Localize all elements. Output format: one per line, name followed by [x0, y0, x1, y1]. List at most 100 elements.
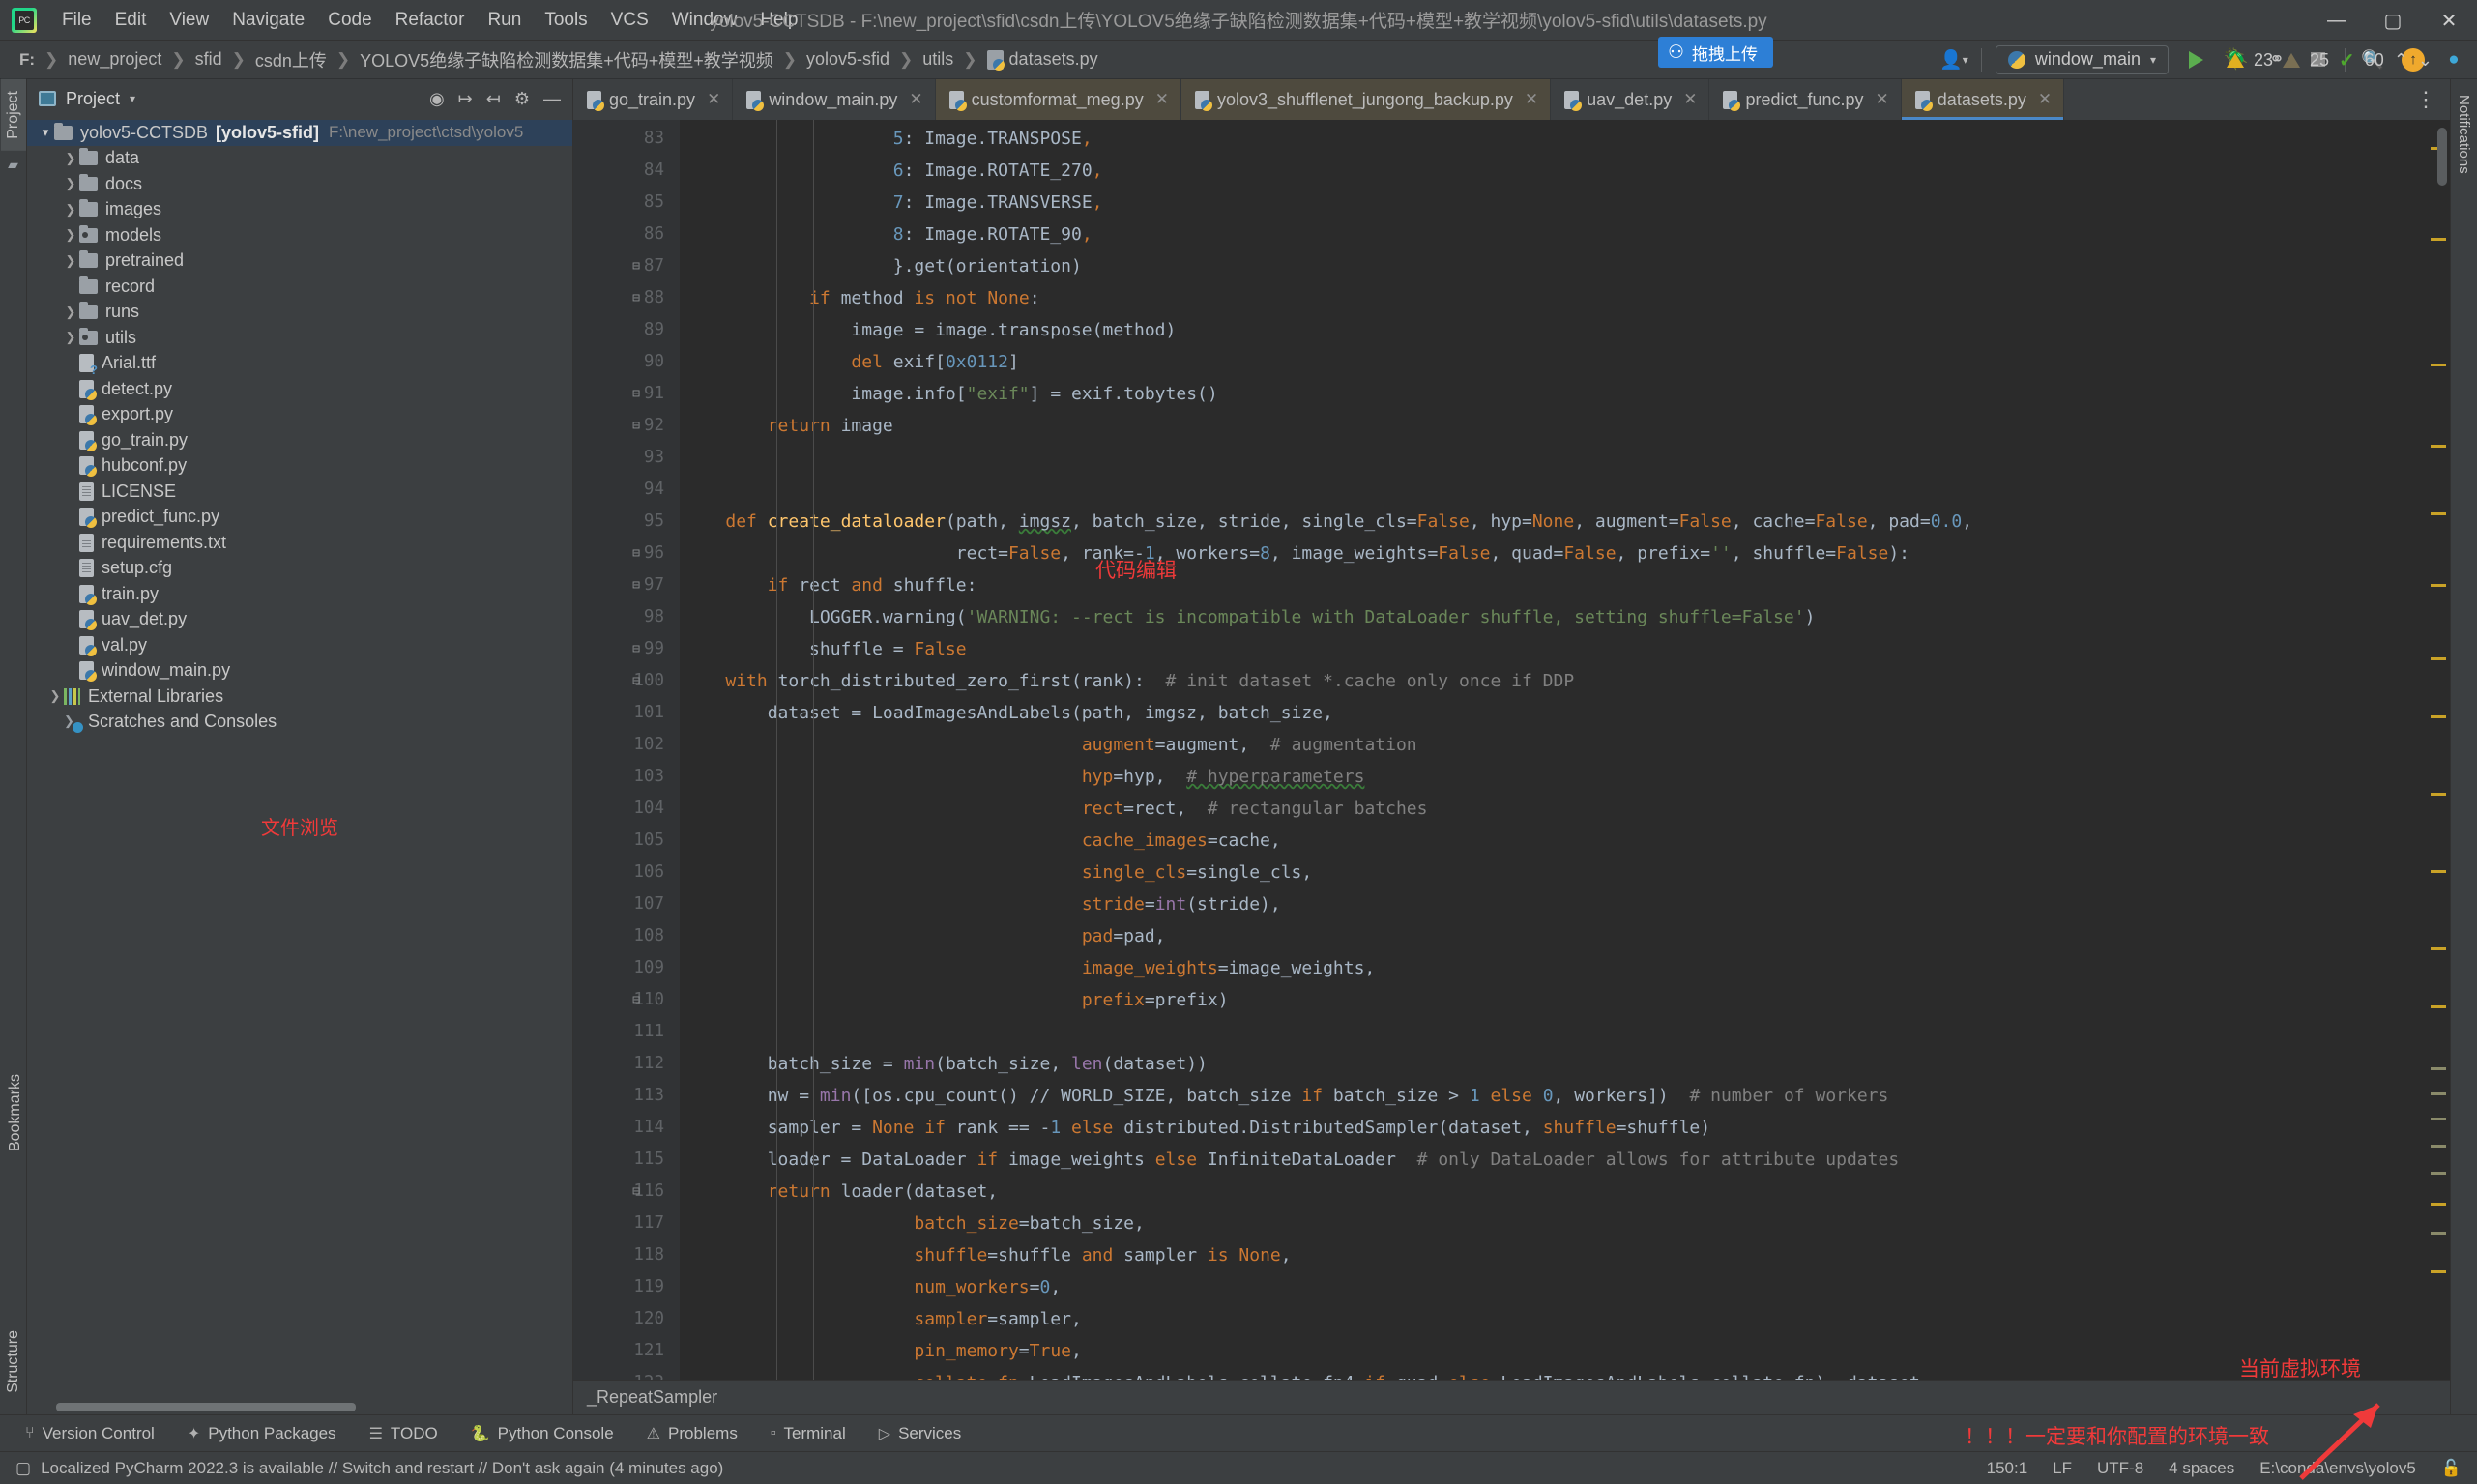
- tab-customformat_meg-py[interactable]: customformat_meg.py ✕: [936, 79, 1181, 120]
- fold-marker[interactable]: [626, 155, 647, 187]
- marker[interactable]: [2431, 1092, 2446, 1095]
- fold-marker[interactable]: [626, 123, 647, 155]
- marker[interactable]: [2431, 1118, 2446, 1120]
- chevron-right-icon[interactable]: ❯: [46, 688, 64, 704]
- tree-row-uav-det-py[interactable]: uav_det.py: [27, 607, 572, 633]
- minimize-button[interactable]: —: [2309, 0, 2365, 41]
- prev-problem-icon[interactable]: ⌃: [2394, 50, 2408, 71]
- fold-marker[interactable]: [626, 857, 647, 888]
- code-structure-breadcrumb[interactable]: _RepeatSampler: [573, 1380, 2450, 1414]
- marker[interactable]: [2431, 870, 2446, 873]
- fold-marker[interactable]: ⊟: [626, 250, 647, 282]
- tree-row-images[interactable]: ❯ images: [27, 197, 572, 223]
- close-icon[interactable]: ✕: [707, 90, 720, 109]
- maximize-button[interactable]: ▢: [2365, 0, 2421, 41]
- close-icon[interactable]: ✕: [1525, 90, 1538, 109]
- indent-setting[interactable]: 4 spaces: [2169, 1459, 2234, 1478]
- tree-row-pretrained[interactable]: ❯ pretrained: [27, 248, 572, 275]
- status-message[interactable]: Localized PyCharm 2022.3 is available //…: [41, 1459, 723, 1478]
- tree-row-requirements-txt[interactable]: requirements.txt: [27, 530, 572, 556]
- tool-tab-terminal[interactable]: ▫ Terminal: [771, 1424, 846, 1443]
- marker[interactable]: [2431, 1005, 2446, 1008]
- tree-row-record[interactable]: record: [27, 274, 572, 300]
- fold-marker[interactable]: [626, 1208, 647, 1239]
- tree-row-setup-cfg[interactable]: setup.cfg: [27, 556, 572, 582]
- fold-marker[interactable]: [626, 314, 647, 346]
- fold-marker[interactable]: ⊟: [626, 410, 647, 442]
- ide-feature-icon[interactable]: ●: [2440, 46, 2467, 73]
- file-encoding[interactable]: UTF-8: [2097, 1459, 2143, 1478]
- menu-refactor[interactable]: Refactor: [384, 6, 477, 35]
- close-icon[interactable]: ✕: [1683, 90, 1697, 109]
- fold-marker[interactable]: ⊟: [626, 633, 647, 665]
- fold-marker[interactable]: [626, 1239, 647, 1271]
- tool-tab-python-console[interactable]: 🐍 Python Console: [471, 1424, 614, 1443]
- fold-marker[interactable]: [626, 888, 647, 920]
- settings-icon[interactable]: ⚙: [514, 89, 530, 109]
- breadcrumb-item-yolov5-sfid[interactable]: yolov5-sfid: [801, 47, 895, 72]
- user-icon[interactable]: 👤▾: [1940, 46, 1967, 73]
- breadcrumb-item-drive[interactable]: F:: [14, 48, 41, 72]
- run-icon[interactable]: [2182, 46, 2209, 73]
- menu-tools[interactable]: Tools: [533, 6, 598, 35]
- tool-tab-problems[interactable]: ⚠ Problems: [647, 1424, 738, 1443]
- tree-row-data[interactable]: ❯ data: [27, 146, 572, 172]
- breadcrumb-item-new_project[interactable]: new_project: [62, 47, 167, 72]
- fold-marker[interactable]: [626, 601, 647, 633]
- breadcrumb-item-dataset[interactable]: YOLOV5绝缘子缺陷检测数据集+代码+模型+教学视频: [354, 45, 779, 74]
- tree-row-val-py[interactable]: val.py: [27, 632, 572, 658]
- tree-row-arial-ttf[interactable]: Arial.ttf: [27, 351, 572, 377]
- marker[interactable]: [2431, 238, 2446, 241]
- collapse-all-icon[interactable]: ↤: [486, 89, 501, 109]
- fold-marker[interactable]: [626, 697, 647, 729]
- tree-row-train-py[interactable]: train.py: [27, 581, 572, 607]
- menu-navigate[interactable]: Navigate: [220, 6, 316, 35]
- sidebar-tab-notifications[interactable]: Notifications: [2452, 89, 2476, 180]
- code-viewport[interactable]: 8384858687888990919293949596979899100101…: [573, 120, 2450, 1380]
- breadcrumb-item-file[interactable]: datasets.py: [981, 47, 1104, 72]
- fold-marker[interactable]: [626, 1367, 647, 1380]
- vertical-scrollbar-thumb[interactable]: [2437, 128, 2447, 186]
- chevron-right-icon[interactable]: ❯: [62, 202, 79, 218]
- tab-window_main-py[interactable]: window_main.py ✕: [733, 79, 935, 120]
- fold-marker[interactable]: [626, 474, 647, 506]
- chevron-right-icon[interactable]: ❯: [62, 305, 79, 320]
- marker[interactable]: [2431, 1232, 2446, 1235]
- error-stripe-markers[interactable]: [2425, 120, 2450, 1380]
- tree-row-external-libraries[interactable]: ❯ External Libraries: [27, 684, 572, 710]
- tree-row-models[interactable]: ❯ models: [27, 222, 572, 248]
- fold-marker[interactable]: [626, 218, 647, 250]
- menu-code[interactable]: Code: [316, 6, 383, 35]
- tree-row-runs[interactable]: ❯ runs: [27, 300, 572, 326]
- tab-datasets-py[interactable]: datasets.py ✕: [1902, 79, 2064, 120]
- tab-predict_func-py[interactable]: predict_func.py ✕: [1709, 79, 1901, 120]
- tree-row-utils[interactable]: ❯ utils: [27, 325, 572, 351]
- fold-marker[interactable]: [626, 442, 647, 474]
- marker[interactable]: [2431, 445, 2446, 448]
- fold-marker[interactable]: [626, 729, 647, 761]
- tab-go_train-py[interactable]: go_train.py ✕: [573, 79, 733, 120]
- fold-marker[interactable]: [626, 825, 647, 857]
- tool-tab-version-control[interactable]: ⑂ Version Control: [25, 1424, 155, 1443]
- project-horizontal-scrollbar[interactable]: [27, 1399, 572, 1414]
- tab-yolov3_shufflenet_jungong_backup-py[interactable]: yolov3_shufflenet_jungong_backup.py ✕: [1181, 79, 1551, 120]
- tree-row-root[interactable]: ▾ yolov5-CCTSDB [yolov5-sfid] F:\new_pro…: [27, 120, 572, 146]
- menu-file[interactable]: File: [50, 6, 103, 35]
- fold-marker[interactable]: ⊟: [626, 984, 647, 1016]
- fold-marker[interactable]: [626, 1303, 647, 1335]
- tab-uav_det-py[interactable]: uav_det.py ✕: [1551, 79, 1709, 120]
- chevron-down-icon[interactable]: ▾: [130, 92, 135, 105]
- chevron-down-icon[interactable]: ▾: [37, 125, 54, 140]
- editor-tabs-overflow[interactable]: ⋮: [2402, 79, 2450, 120]
- breadcrumb-item-sfid[interactable]: sfid: [189, 47, 228, 72]
- menu-edit[interactable]: Edit: [103, 6, 159, 35]
- fold-marker[interactable]: [626, 793, 647, 825]
- fold-marker[interactable]: ⊟: [626, 538, 647, 569]
- tool-tab-services[interactable]: ▷ Services: [879, 1424, 962, 1443]
- close-button[interactable]: ✕: [2421, 0, 2477, 41]
- fold-marker[interactable]: [626, 1335, 647, 1367]
- menu-vcs[interactable]: VCS: [599, 6, 660, 35]
- chevron-right-icon[interactable]: ❯: [62, 151, 79, 166]
- locate-icon[interactable]: ◉: [429, 89, 445, 109]
- fold-marker[interactable]: [626, 1271, 647, 1303]
